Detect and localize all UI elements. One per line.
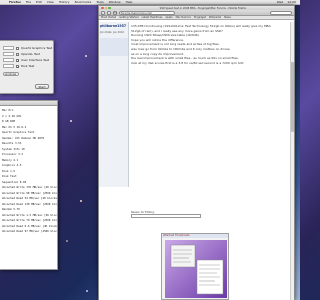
post-body: 135.9TB=Continuing (19910012ns: Fast Tec…: [131, 24, 291, 65]
console-output: Mac Pro 2 x 2.26 GHz 8 GB RAM Mac OS X 1…: [0, 106, 57, 237]
option-checkbox[interactable]: ✓: [16, 64, 20, 68]
bookmark-item[interactable]: Wikipedia: [209, 16, 221, 19]
console-line: Uncached Read 97 MB/sec [256K blocks]: [2, 229, 57, 233]
mode-select[interactable]: windows: [3, 72, 19, 76]
menu-item[interactable]: Firefox: [9, 0, 21, 4]
star: [85, 55, 87, 57]
post-line: look at my disk scores first is a 3.8 fo…: [131, 60, 244, 65]
bookmark-item[interactable]: Most Visited: [101, 16, 116, 19]
option-row: ✓ Disk Test: [0, 63, 53, 69]
back-icon[interactable]: ‹: [101, 10, 105, 15]
option-field: [3, 52, 14, 56]
bookmarks-bar: Most Visited Getting Started Latest Head…: [99, 16, 294, 20]
minimize-icon[interactable]: [104, 6, 108, 10]
menu-item[interactable]: Tools: [96, 0, 103, 4]
menu-clock[interactable]: 12:00: [287, 0, 296, 4]
post-line: 135.9TB=Continuing (19910012ns: Fast Tec…: [131, 24, 271, 28]
menu-item[interactable]: History: [59, 0, 70, 4]
search-input[interactable]: [270, 10, 292, 15]
start-button[interactable]: Start: [35, 84, 49, 89]
option-label: Quartz Graphics Test: [21, 46, 53, 50]
star: [66, 240, 68, 242]
attachment-header: Attached Thumbnails: [162, 234, 228, 238]
browser-window: SSD Speed test in 2008 MBA - Engadget/Ma…: [98, 5, 295, 300]
option-label: User Interface Test: [21, 58, 50, 62]
scrollbar-thumb[interactable]: [290, 62, 294, 132]
option-label: OpenGL Test: [21, 52, 40, 56]
option-checkbox[interactable]: [16, 46, 19, 50]
option-checkbox[interactable]: [16, 52, 19, 56]
console-line: Uncached Write 135 MB/sec [4K blocks]: [2, 185, 57, 189]
menu-day: Wed: [276, 0, 284, 4]
results-console: Mac Pro 2 x 2.26 GHz 8 GB RAM Mac OS X 1…: [0, 100, 58, 270]
menu-extras: Wed 12:00: [277, 0, 296, 4]
attachment-thumbnail[interactable]: [165, 240, 227, 298]
zoom-icon[interactable]: [108, 6, 111, 10]
option-field: [3, 64, 14, 68]
attachment-box: Attached Thumbnails: [161, 233, 229, 300]
menu-item[interactable]: Bookmarks: [75, 0, 92, 4]
bookmark-item[interactable]: News: [224, 16, 231, 19]
user-panel: philbarne1957 Join Date: Jun 2010: [99, 22, 129, 187]
option-field: [3, 58, 14, 62]
star: [86, 290, 88, 292]
page-scrollbar[interactable]: [290, 22, 294, 300]
menu-item[interactable]: File: [26, 0, 31, 4]
menu-item[interactable]: View: [47, 0, 54, 4]
option-checkbox[interactable]: ✓: [16, 58, 20, 62]
menu-item[interactable]: Window: [109, 0, 121, 4]
select-row: windows: [0, 71, 53, 77]
bookmark-item[interactable]: Apple: [165, 16, 172, 19]
url-bar[interactable]: forums.macrumors.com: [119, 10, 175, 15]
page-content: philbarne1957 Join Date: Jun 2010 135.9T…: [99, 22, 294, 300]
bookmark-item[interactable]: Getting Started: [119, 16, 138, 19]
bookmark-item[interactable]: Engadget: [194, 16, 206, 19]
bookmark-item[interactable]: Latest Headlines: [142, 16, 163, 19]
option-label: Disk Test: [21, 64, 35, 68]
browser-titlebar: SSD Speed test in 2008 MBA - Engadget/Ma…: [99, 6, 294, 10]
benchmark-dialog: Quartz Graphics Test OpenGL Test ✓ User …: [0, 40, 54, 94]
console-line: Uncached Read 54 MB/sec [4K blocks]: [2, 196, 57, 200]
close-icon[interactable]: [101, 6, 104, 10]
user-avatar: [100, 38, 128, 56]
forward-icon[interactable]: ›: [107, 10, 111, 15]
star: [80, 200, 82, 202]
bookmark-item[interactable]: Mac Rumors: [176, 16, 191, 19]
menu-item[interactable]: Edit: [36, 0, 42, 4]
reload-icon[interactable]: ↻: [113, 10, 117, 15]
post-username[interactable]: philbarne1957: [99, 22, 128, 30]
console-line: Uncached Write 70 MB/sec [256K blocks]: [2, 218, 57, 222]
option-field: [3, 46, 14, 50]
menu-item[interactable]: Help: [126, 0, 133, 4]
star: [70, 120, 72, 122]
window-title: SSD Speed test in 2008 MBA - Engadget/Ma…: [159, 6, 247, 10]
edit-reason-input[interactable]: [131, 214, 201, 218]
join-date: Join Date: Jun 2010: [100, 31, 125, 34]
